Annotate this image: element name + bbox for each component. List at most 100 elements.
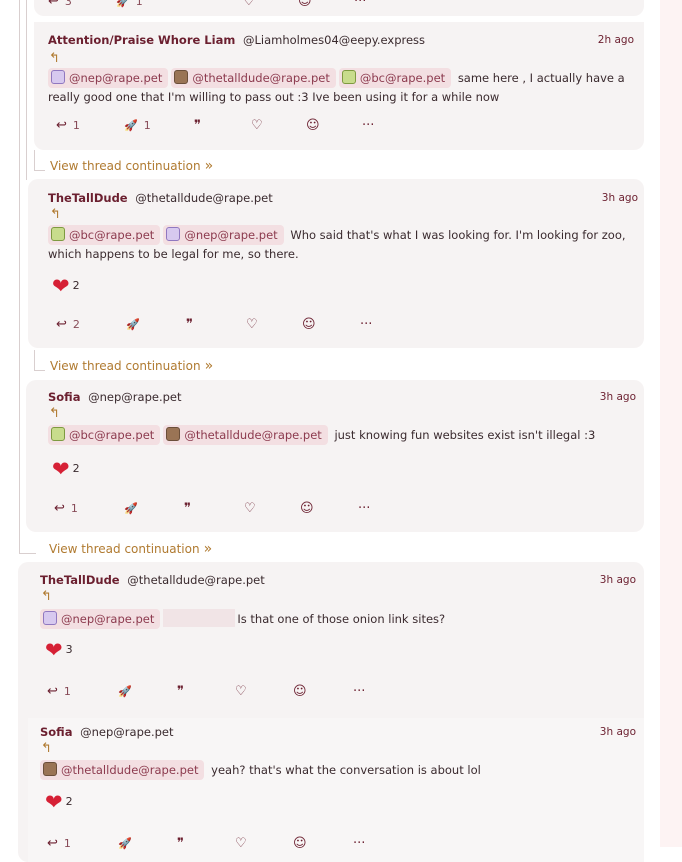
favorite-button[interactable]: ♡ — [243, 0, 255, 10]
chevrons-right-icon: » — [203, 541, 213, 557]
heart-icon: ♡ — [243, 0, 255, 9]
reply-to-arrow-icon: ↰ — [49, 51, 60, 66]
quote-button[interactable]: ❞ — [186, 317, 193, 333]
reply-icon: ↩ — [47, 684, 58, 699]
author-handle[interactable]: @Liamholmes04@eepy.express — [243, 33, 425, 47]
post-text: Is that one of those onion link sites? — [237, 612, 446, 626]
view-thread-continuation-link[interactable]: View thread continuation» — [49, 541, 212, 557]
author-name[interactable]: Attention/Praise Whore Liam — [48, 33, 235, 47]
more-button[interactable]: ··· — [358, 501, 370, 517]
more-button[interactable]: ··· — [353, 684, 365, 700]
author-handle[interactable]: @thetalldude@rape.pet — [127, 573, 264, 587]
emoji-icon: ☺ — [300, 501, 314, 516]
favorite-button[interactable]: ♡ — [235, 684, 247, 700]
post-content: @bc@rape.pet @thetalldude@rape.pet just k… — [48, 425, 628, 445]
author-handle[interactable]: @nep@rape.pet — [88, 390, 181, 404]
heart-icon: ♡ — [244, 501, 256, 516]
author-handle[interactable]: @thetalldude@rape.pet — [135, 191, 272, 205]
quote-button[interactable]: ❞ — [184, 501, 191, 517]
mention-link[interactable]: @nep@rape.pet — [48, 68, 169, 88]
thread-line — [34, 150, 45, 171]
avatar — [166, 427, 181, 441]
favorite-button[interactable]: ♡ — [246, 317, 258, 333]
avatar — [166, 227, 181, 241]
mention-link[interactable]: @nep@rape.pet — [40, 609, 161, 629]
favorite-button[interactable]: ♡ — [235, 836, 247, 852]
reply-button[interactable]: ↩ 1 — [47, 836, 71, 852]
repeat-button[interactable]: 🚀 — [126, 317, 140, 333]
favorite-button[interactable]: ♡ — [251, 118, 263, 134]
emoji-reaction[interactable]: ❤ 3 — [45, 639, 73, 661]
mention-link[interactable]: @thetalldude@rape.pet — [163, 425, 328, 445]
repeat-button[interactable]: 🚀 — [124, 501, 138, 517]
quote-button[interactable]: ❞ — [177, 836, 184, 852]
react-button[interactable]: ☺ — [306, 118, 320, 134]
heart-emoji-icon: ❤ — [45, 638, 63, 662]
quote-icon: ❞ — [186, 317, 193, 332]
author-name[interactable]: TheTallDude — [48, 191, 128, 205]
timestamp[interactable]: 3h ago — [600, 391, 636, 403]
hidden-mention — [163, 609, 236, 627]
post-text: yeah? that's what the conversation is ab… — [211, 763, 481, 777]
avatar — [43, 611, 57, 625]
timestamp[interactable]: 2h ago — [598, 34, 634, 46]
react-button[interactable]: ☺ — [300, 501, 314, 517]
quote-button[interactable]: ❞ — [186, 0, 193, 10]
repeat-button[interactable]: 🚀 1 — [116, 0, 143, 10]
repeat-button[interactable]: 🚀 — [118, 684, 132, 700]
more-icon: ··· — [360, 317, 373, 332]
quote-icon: ❞ — [177, 684, 184, 699]
author-name[interactable]: Sofia — [48, 390, 80, 404]
thread-line — [34, 350, 45, 371]
quote-icon: ❞ — [184, 501, 191, 516]
emoji-reaction[interactable]: ❤ 2 — [52, 275, 80, 297]
reply-button[interactable]: ↩ 2 — [56, 317, 80, 333]
react-button[interactable]: ☺ — [293, 836, 307, 852]
reply-button[interactable]: ↩ 3 — [48, 0, 72, 10]
post-card: Sofia @nep@rape.pet 3h ago ↰ @bc@rape.pe… — [26, 380, 644, 532]
mention-link[interactable]: @thetalldude@rape.pet — [171, 68, 336, 88]
more-button[interactable]: ··· — [353, 836, 365, 852]
timestamp[interactable]: 3h ago — [602, 192, 638, 204]
author-name[interactable]: TheTallDude — [40, 573, 120, 587]
timestamp[interactable]: 3h ago — [600, 726, 636, 738]
quote-icon: ❞ — [186, 0, 193, 9]
react-button[interactable]: ☺ — [293, 684, 307, 700]
repeat-button[interactable]: 🚀 — [118, 836, 132, 852]
more-button[interactable]: ··· — [354, 0, 366, 10]
emoji-icon: ☺ — [293, 684, 307, 699]
mention-link[interactable]: @bc@rape.pet — [48, 225, 161, 245]
more-icon: ··· — [358, 501, 371, 516]
more-button[interactable]: ··· — [360, 317, 372, 333]
emoji-reaction[interactable]: ❤ 2 — [45, 791, 73, 813]
author-handle[interactable]: @nep@rape.pet — [80, 725, 173, 739]
heart-emoji-icon: ❤ — [52, 457, 70, 481]
author-name[interactable]: Sofia — [40, 725, 72, 739]
view-thread-continuation-link[interactable]: View thread continuation» — [50, 358, 213, 374]
mention-link[interactable]: @thetalldude@rape.pet — [40, 760, 205, 780]
repeat-button[interactable]: 🚀 1 — [124, 118, 151, 134]
avatar — [341, 70, 356, 84]
reply-button[interactable]: ↩ 1 — [56, 118, 80, 134]
react-button[interactable]: ☺ — [298, 0, 312, 10]
quote-button[interactable]: ❞ — [194, 118, 201, 134]
view-thread-continuation-link[interactable]: View thread continuation» — [50, 158, 213, 174]
reply-icon: ↩ — [48, 0, 59, 9]
quote-icon: ❞ — [177, 836, 184, 851]
mention-link[interactable]: @bc@rape.pet — [48, 425, 161, 445]
mention-link[interactable]: @bc@rape.pet — [338, 68, 452, 88]
more-button[interactable]: ··· — [362, 118, 374, 134]
post-card: ↩ 3 🚀 1 ❞ ♡ ☺ ··· — [34, 0, 644, 16]
emoji-reaction[interactable]: ❤ 2 — [52, 458, 80, 480]
reply-icon: ↩ — [56, 317, 67, 332]
reply-button[interactable]: ↩ 1 — [54, 501, 78, 517]
thread-line — [26, 0, 27, 180]
quote-button[interactable]: ❞ — [177, 684, 184, 700]
timestamp[interactable]: 3h ago — [600, 574, 636, 586]
mention-link[interactable]: @nep@rape.pet — [163, 225, 284, 245]
thread-line — [19, 540, 36, 554]
favorite-button[interactable]: ♡ — [244, 501, 256, 517]
react-button[interactable]: ☺ — [302, 317, 316, 333]
reply-icon: ↩ — [56, 118, 67, 133]
reply-button[interactable]: ↩ 1 — [47, 684, 71, 700]
